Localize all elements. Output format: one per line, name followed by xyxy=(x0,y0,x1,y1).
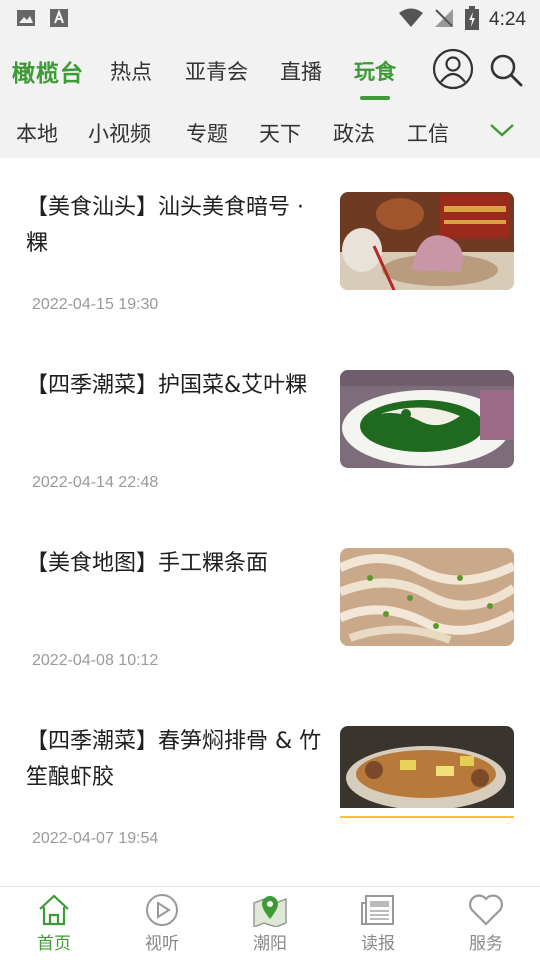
bottom-nav-media[interactable]: 视听 xyxy=(122,893,202,954)
top-nav: 橄榄台 热点 亚青会 直播 玩食 xyxy=(0,36,540,104)
battery-charging-icon xyxy=(465,6,480,34)
bottom-nav-label: 潮阳 xyxy=(253,934,287,954)
article-item[interactable]: 【美食汕头】汕头美食暗号 · 粿 2022-04-15 19:30 xyxy=(0,158,540,336)
active-tab-indicator xyxy=(360,96,390,100)
subtab-world[interactable]: 天下 xyxy=(259,118,301,148)
article-thumbnail xyxy=(340,726,514,824)
status-time: 4:24 xyxy=(489,9,526,30)
article-title: 【美食地图】手工粿条面 xyxy=(26,551,269,576)
gallery-notification-icon xyxy=(16,9,36,31)
bottom-nav-label: 服务 xyxy=(469,934,503,954)
search-icon[interactable] xyxy=(488,52,524,92)
article-title: 【四季潮菜】春笋焖排骨 & 竹笙酿虾胶 xyxy=(26,729,322,790)
bottom-nav-services[interactable]: 服务 xyxy=(446,893,526,954)
bottom-nav-chaoyang[interactable]: 潮阳 xyxy=(230,893,310,954)
bottom-nav-label: 视听 xyxy=(145,934,179,954)
article-item[interactable]: 【美食地图】手工粿条面 2022-04-08 10:12 xyxy=(0,514,540,692)
user-avatar-icon[interactable] xyxy=(432,48,474,94)
tab-food[interactable]: 玩食 xyxy=(354,56,396,100)
text-notification-icon xyxy=(50,9,68,31)
newspaper-icon xyxy=(338,893,418,927)
article-date: 2022-04-14 22:48 xyxy=(32,474,159,491)
sub-nav: 本地 小视频 专题 天下 政法 工信 xyxy=(0,104,540,158)
subtab-industry[interactable]: 工信 xyxy=(407,118,449,148)
heart-icon xyxy=(446,893,526,927)
article-title: 【美食汕头】汕头美食暗号 · 粿 xyxy=(26,195,304,256)
subtab-local[interactable]: 本地 xyxy=(16,118,58,148)
chevron-down-icon[interactable] xyxy=(488,120,516,144)
status-bar: 4:24 xyxy=(0,0,540,36)
tab-live[interactable]: 直播 xyxy=(280,56,322,86)
wifi-icon xyxy=(399,8,424,32)
home-icon xyxy=(14,893,94,927)
article-thumbnail xyxy=(340,370,514,468)
bottom-nav-newspaper[interactable]: 读报 xyxy=(338,893,418,954)
bottom-nav: 首页 视听 潮阳 读报 服务 xyxy=(0,886,540,960)
play-circle-icon xyxy=(122,893,202,927)
article-date: 2022-04-15 19:30 xyxy=(32,296,159,313)
article-item[interactable]: 【四季潮菜】护国菜&艾叶粿 2022-04-14 22:48 xyxy=(0,336,540,514)
article-date: 2022-04-08 10:12 xyxy=(32,652,159,669)
brand-logo[interactable]: 橄榄台 xyxy=(12,54,84,88)
bottom-nav-home[interactable]: 首页 xyxy=(14,893,94,954)
article-thumbnail xyxy=(340,548,514,646)
article-thumbnail xyxy=(340,192,514,290)
subtab-special[interactable]: 专题 xyxy=(186,118,228,148)
subtab-short-video[interactable]: 小视频 xyxy=(88,118,151,148)
bottom-nav-label: 读报 xyxy=(361,934,395,954)
tab-food-label: 玩食 xyxy=(354,60,396,84)
subtab-law[interactable]: 政法 xyxy=(333,118,375,148)
bottom-nav-label: 首页 xyxy=(37,934,71,954)
tab-asian-youth-games[interactable]: 亚青会 xyxy=(185,56,248,86)
article-date: 2022-04-07 19:54 xyxy=(32,830,159,847)
article-title: 【四季潮菜】护国菜&艾叶粿 xyxy=(26,373,308,398)
no-signal-icon xyxy=(433,7,455,33)
article-item[interactable]: 【四季潮菜】春笋焖排骨 & 竹笙酿虾胶 2022-04-07 19:54 xyxy=(0,692,540,870)
tab-hot[interactable]: 热点 xyxy=(110,56,152,86)
map-pin-icon xyxy=(230,893,310,927)
